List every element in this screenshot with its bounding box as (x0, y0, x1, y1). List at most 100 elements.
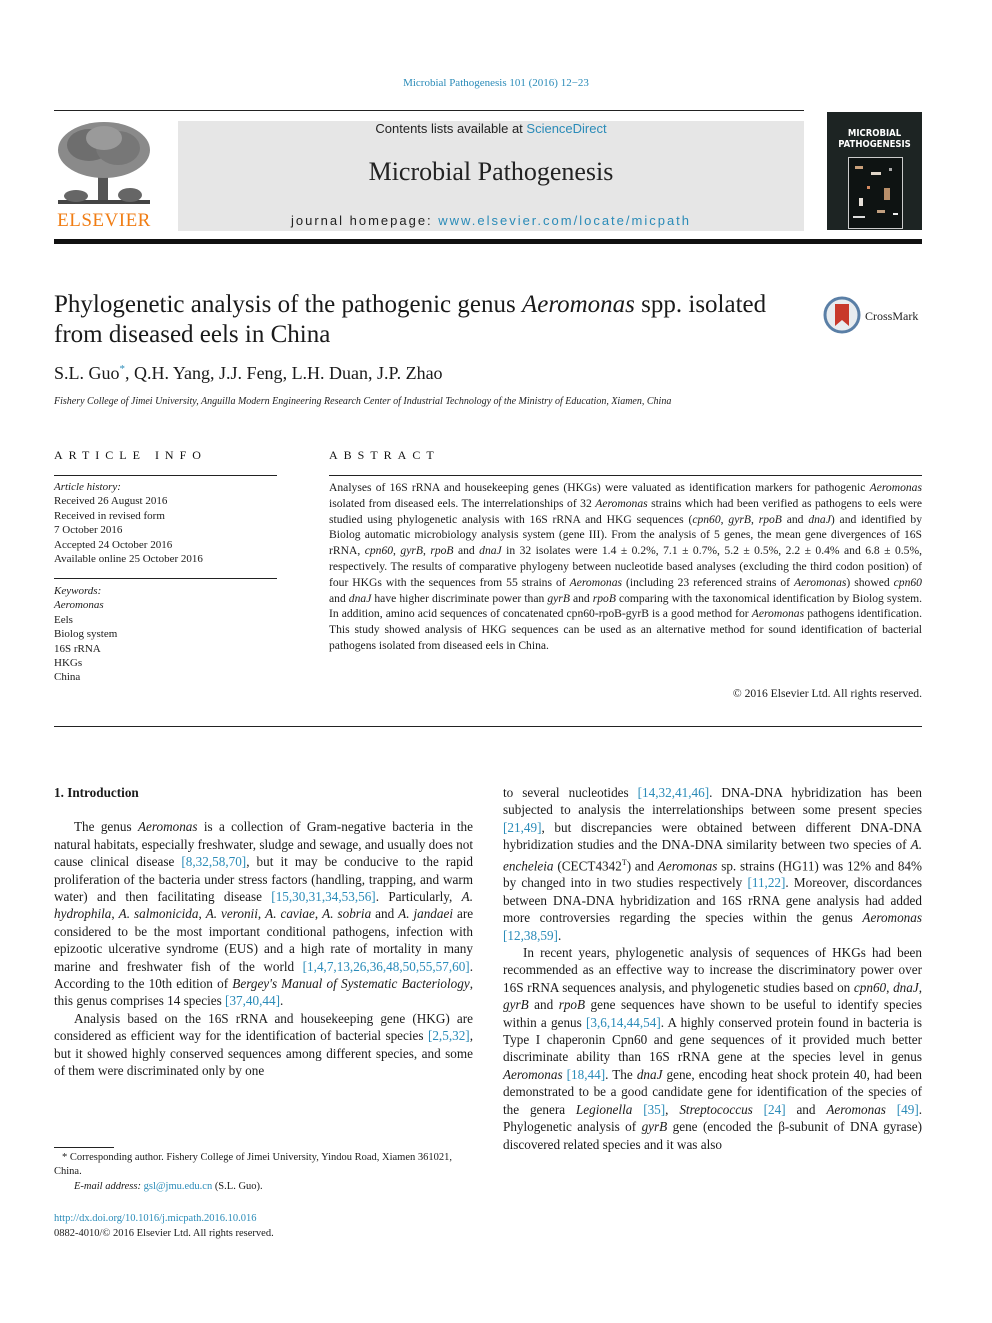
article-history: Article history: Received 26 August 2016… (54, 480, 203, 566)
italic-term: A. veronii (205, 906, 258, 922)
elsevier-logo: ELSEVIER (54, 120, 154, 232)
keyword: Eels (54, 613, 73, 626)
author-name[interactable]: Q.H. Yang (134, 363, 210, 383)
header-thick-rule (54, 239, 922, 244)
elsevier-tree-icon (58, 122, 150, 204)
superscript: T (621, 857, 627, 867)
italic-term: dnaJ (479, 544, 502, 558)
italic-term: Aeromonas (869, 481, 922, 494)
italic-term: Legionella (575, 1101, 633, 1117)
citation-link[interactable]: [37,40,44] (225, 993, 280, 1008)
author-list: S.L. Guo*, Q.H. Yang, J.J. Feng, L.H. Du… (54, 363, 443, 383)
corresponding-author-mark[interactable]: * (120, 363, 126, 375)
history-item: Received 26 August 2016 (54, 495, 168, 508)
citation-link[interactable]: [35] (643, 1102, 665, 1117)
italic-term: Aeromonas (794, 575, 847, 589)
italic-term: gyrB (547, 591, 570, 605)
abstract-text: Analyses of 16S rRNA and housekeeping ge… (329, 481, 923, 652)
citation-link[interactable]: [18,44] (567, 1067, 605, 1082)
author-name[interactable]: J.J. Feng (219, 363, 283, 383)
doi-block: http://dx.doi.org/10.1016/j.micpath.2016… (54, 1211, 274, 1241)
italic-term: A. caviae (265, 906, 315, 922)
citation-link[interactable]: [1,4,7,13,26,36,48,50,55,57,60] (303, 959, 470, 974)
author-name[interactable]: S.L. Guo (54, 363, 120, 383)
italic-term: gyrB (503, 997, 529, 1013)
italic-term: cpn60 (364, 544, 394, 558)
citation-link[interactable]: [3,6,14,44,54] (586, 1015, 661, 1030)
citation-link[interactable]: [11,22] (747, 875, 785, 890)
history-item: Available online 25 October 2016 (54, 553, 203, 566)
italic-term: cpn60 (893, 575, 922, 589)
italic-term: gyrB (400, 544, 423, 558)
italic-term: rpoB (758, 512, 782, 526)
keyword: 16S rRNA (54, 642, 101, 655)
italic-term: Aeromonas (657, 858, 718, 874)
italic-term: Aeromonas (137, 819, 198, 835)
italic-term: Aeromonas (751, 607, 805, 621)
abstract-rule (329, 475, 922, 476)
citation-link[interactable]: [8,32,58,70] (181, 854, 246, 869)
journal-citation-link[interactable]: Microbial Pathogenesis 101 (2016) 12−23 (0, 77, 992, 89)
italic-term: gyrB (728, 512, 751, 526)
italic-term: dnaJ (348, 591, 372, 605)
homepage-line: journal homepage: www.elsevier.com/locat… (178, 213, 804, 228)
journal-banner: Contents lists available at ScienceDirec… (178, 121, 804, 231)
keyword: HKGs (54, 657, 83, 670)
citation-link[interactable]: [12,38,59] (503, 928, 558, 943)
header-rule (54, 110, 804, 111)
sciencedirect-link[interactable]: ScienceDirect (526, 121, 606, 136)
italic-term: dnaJ (893, 979, 919, 995)
italic-term: cpn60 (692, 512, 721, 526)
history-item: Accepted 24 October 2016 (54, 538, 173, 551)
abstract-copyright: © 2016 Elsevier Ltd. All rights reserved… (732, 687, 922, 700)
contents-line: Contents lists available at ScienceDirec… (178, 121, 804, 136)
cover-image (848, 157, 903, 229)
journal-name: Microbial Pathogenesis (368, 157, 614, 186)
italic-term: Aeromonas (862, 910, 922, 926)
issn-line: 0882-4010/© 2016 Elsevier Ltd. All right… (54, 1228, 274, 1239)
corresponding-author-note: * Corresponding author. Fishery College … (54, 1152, 453, 1178)
keyword: Biolog system (54, 628, 118, 641)
citation-link[interactable]: [15,30,31,34,53,56] (271, 889, 375, 904)
italic-term: Aeromonas (826, 1101, 886, 1117)
body-paragraph: In recent years, phylogenetic analysis o… (503, 945, 923, 1152)
italic-term: rpoB (430, 544, 454, 558)
footnote-rule (54, 1147, 114, 1148)
email-link[interactable]: gsl@jmu.edu.cn (144, 1181, 213, 1192)
cover-micrograph-icon (853, 166, 898, 218)
crossmark-button[interactable]: CrossMark (823, 296, 933, 336)
keywords: Keywords: Aeromonas Eels Biolog system 1… (54, 584, 117, 685)
italic-term: dnaJ (636, 1066, 663, 1082)
italic-term: A. sobria (322, 906, 372, 922)
citation-link[interactable]: [21,49] (503, 820, 541, 835)
citation-link[interactable]: [2,5,32] (428, 1028, 470, 1043)
history-item: Received in revised form (54, 509, 165, 522)
journal-cover-thumbnail[interactable]: MICROBIAL PATHOGENESIS (827, 112, 922, 230)
italic-term: Bergey's Manual of Systematic Bacteriolo… (232, 976, 470, 992)
italic-term: Aeromonas (569, 575, 623, 589)
italic-term: Aeromonas (503, 1066, 563, 1082)
homepage-link[interactable]: www.elsevier.com/locate/micpath (438, 213, 691, 228)
email-label: E-mail address: (74, 1180, 144, 1192)
body-column-left: 1. Introduction The genus Aeromonas is a… (54, 784, 473, 1080)
keywords-label: Keywords: (54, 585, 102, 597)
italic-term: dnaJ (808, 512, 831, 526)
affiliation: Fishery College of Jimei University, Ang… (54, 396, 672, 407)
citation-link[interactable]: [49] (897, 1102, 919, 1117)
author-name[interactable]: L.H. Duan (292, 363, 368, 383)
elsevier-wordmark: ELSEVIER (57, 210, 151, 231)
citation-link[interactable]: [14,32,41,46] (638, 785, 709, 800)
section-divider (54, 726, 922, 727)
italic-term: Streptococcus (679, 1101, 753, 1117)
crossmark-label: CrossMark (865, 309, 919, 323)
keyword: Aeromonas (54, 599, 104, 612)
body-paragraph: Analysis based on the 16S rRNA and house… (54, 1010, 473, 1079)
author-name[interactable]: J.P. Zhao (377, 363, 443, 383)
citation-link[interactable]: [24] (764, 1102, 786, 1117)
cover-title: MICROBIAL PATHOGENESIS (838, 128, 911, 150)
doi-link[interactable]: http://dx.doi.org/10.1016/j.micpath.2016… (54, 1211, 274, 1226)
keywords-rule (54, 578, 277, 579)
article-info-rule (54, 475, 277, 476)
article-info-heading: ARTICLE INFO (54, 448, 207, 462)
italic-term: rpoB (592, 591, 616, 605)
